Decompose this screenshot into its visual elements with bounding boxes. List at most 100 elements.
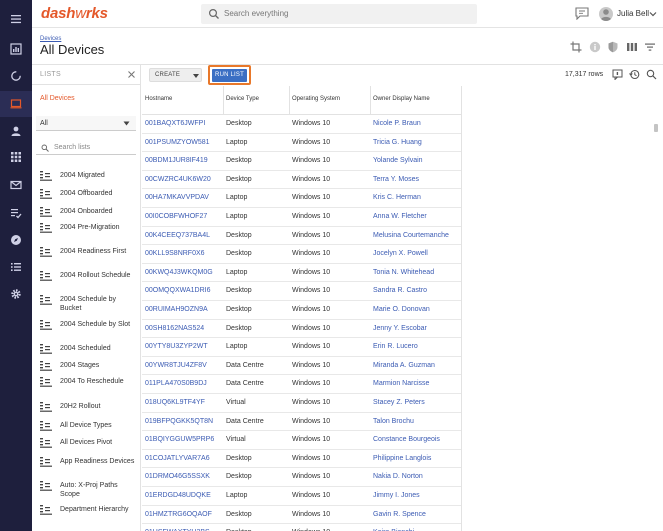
- owner-display-name-cell[interactable]: Erin R. Lucero: [373, 343, 418, 350]
- table-row[interactable]: 01DRMO46G5SSXK Desktop Windows 10 Nakia D. …: [142, 468, 461, 487]
- chart-comment-icon[interactable]: [612, 69, 623, 80]
- user-avatar[interactable]: [599, 7, 613, 21]
- chevron-down-icon[interactable]: [649, 11, 657, 17]
- column-header-operating-system[interactable]: Operating System: [292, 96, 340, 102]
- shield-icon[interactable]: [607, 40, 619, 54]
- owner-display-name-cell[interactable]: Jenny Y. Escobar: [373, 325, 427, 332]
- table-row[interactable]: 00I0COBFWHOF27 Laptop Windows 10 Anna W. Fl…: [142, 208, 461, 227]
- table-row[interactable]: 00RUIMAH9OZN9A Desktop Windows 10 Marie O. …: [142, 301, 461, 320]
- column-divider[interactable]: [289, 86, 290, 115]
- hostname-cell[interactable]: 018UQ6KL9TF4YF: [145, 399, 205, 406]
- hostname-cell[interactable]: 011PLA470S0B9DJ: [145, 380, 207, 387]
- hostname-cell[interactable]: 01COJATLYVAR7A6: [145, 455, 210, 462]
- scrollbar-track[interactable]: [654, 122, 659, 531]
- refresh-icon[interactable]: [0, 63, 32, 89]
- hostname-cell[interactable]: 019BFPQGKK5QT8N: [145, 418, 213, 425]
- list-icon[interactable]: [0, 254, 32, 280]
- column-divider[interactable]: [223, 86, 224, 115]
- column-divider[interactable]: [370, 86, 371, 115]
- hostname-cell[interactable]: 00RUIMAH9OZN9A: [145, 306, 208, 313]
- hostname-cell[interactable]: 00YTY8U3ZYP2WT: [145, 343, 208, 350]
- hostname-cell[interactable]: 00I0COBFWHOF27: [145, 213, 207, 220]
- owner-display-name-cell[interactable]: Miranda A. Guzman: [373, 362, 435, 369]
- column-header-owner-display-name[interactable]: Owner Display Name: [373, 96, 430, 102]
- hostname-cell[interactable]: 00K4CEEQ737BA4L: [145, 232, 210, 239]
- owner-display-name-cell[interactable]: Tricia G. Huang: [373, 139, 422, 146]
- search-lists-input[interactable]: Search lists: [36, 141, 136, 155]
- owner-display-name-cell[interactable]: Terra Y. Moses: [373, 176, 419, 183]
- checklist-icon[interactable]: [0, 200, 32, 226]
- crop-icon[interactable]: [570, 40, 582, 54]
- filter-icon[interactable]: [644, 40, 656, 54]
- hostname-cell[interactable]: 00YWR8TJU4ZF8V: [145, 362, 207, 369]
- table-row[interactable]: 00YWR8TJU4ZF8V Data Centre Windows 10 Miran…: [142, 356, 461, 376]
- owner-display-name-cell[interactable]: Nicole P. Braun: [373, 120, 421, 127]
- hostname-cell[interactable]: 00HA7MKAVVPDAV: [145, 194, 209, 201]
- compass-icon[interactable]: [0, 227, 32, 253]
- owner-display-name-cell[interactable]: Kris C. Herman: [373, 194, 421, 201]
- user-icon[interactable]: [0, 118, 32, 144]
- close-icon[interactable]: [127, 70, 136, 79]
- history-icon[interactable]: [629, 69, 640, 80]
- owner-display-name-cell[interactable]: Jimmy I. Jones: [373, 492, 420, 499]
- table-row[interactable]: 00KLL9S8NRF0X6 Desktop Windows 10 Jocelyn X…: [142, 245, 461, 264]
- hostname-cell[interactable]: 001BAQXT6JWFPI: [145, 120, 205, 127]
- scrollbar-thumb[interactable]: [654, 124, 658, 132]
- user-name[interactable]: Julia Bell: [617, 9, 649, 18]
- hostname-cell[interactable]: 01DRMO46G5SSXK: [145, 473, 210, 480]
- run-list-button[interactable]: RUN LIST: [212, 69, 247, 82]
- table-row[interactable]: 001PSUMZYOW581 Laptop Windows 10 Tricia G. …: [142, 133, 461, 153]
- owner-display-name-cell[interactable]: Tonia N. Whitehead: [373, 269, 434, 276]
- owner-display-name-cell[interactable]: Jocelyn X. Powell: [373, 250, 428, 257]
- hamburger-menu-icon[interactable]: [0, 6, 32, 32]
- owner-display-name-cell[interactable]: Philippine Langlois: [373, 455, 431, 462]
- hostname-cell[interactable]: 00SH8162NAS524: [145, 325, 204, 332]
- owner-display-name-cell[interactable]: Melusina Courtemanche: [373, 232, 449, 239]
- table-row[interactable]: 00K4CEEQ737BA4L Desktop Windows 10 Melusina…: [142, 227, 461, 246]
- owner-display-name-cell[interactable]: Stacey Z. Peters: [373, 399, 425, 406]
- column-header-hostname[interactable]: Hostname: [145, 96, 172, 102]
- table-row[interactable]: 00CWZRC4UK6W20 Desktop Windows 10 Terra Y. …: [142, 170, 461, 190]
- table-row[interactable]: 018UQ6KL9TF4YF Virtual Windows 10 Stacey Z.…: [142, 394, 461, 413]
- owner-display-name-cell[interactable]: Gavin R. Spence: [373, 511, 426, 518]
- owner-display-name-cell[interactable]: Sandra R. Castro: [373, 287, 427, 294]
- table-row[interactable]: 01HMZTRG6OQAOF Desktop Windows 10 Gavin R. …: [142, 505, 461, 525]
- table-row[interactable]: 00BDM1JUR8IF419 Desktop Windows 10 Yolande …: [142, 152, 461, 171]
- search-icon[interactable]: [646, 69, 657, 80]
- global-search-input[interactable]: Search everything: [201, 4, 477, 24]
- table-row[interactable]: 00KWQ4J3WKQM0G Laptop Windows 10 Tonia N. W…: [142, 264, 461, 283]
- chat-icon[interactable]: [575, 7, 589, 20]
- apps-grid-icon[interactable]: [0, 144, 32, 170]
- hostname-cell[interactable]: 00OMQQXWA1DRI6: [145, 287, 210, 294]
- column-header-device-type[interactable]: Device Type: [226, 96, 259, 102]
- dashworks-logo[interactable]: dashwworksrks: [41, 5, 108, 22]
- all-devices-link[interactable]: All Devices: [40, 95, 75, 102]
- table-row[interactable]: 00HA7MKAVVPDAV Laptop Windows 10 Kris C. He…: [142, 189, 461, 208]
- table-row[interactable]: 011PLA470S0B9DJ Data Centre Windows 10 Marm…: [142, 375, 461, 394]
- owner-display-name-cell[interactable]: Anna W. Fletcher: [373, 213, 427, 220]
- columns-icon[interactable]: [626, 40, 638, 54]
- table-row[interactable]: 01BQIYGGUW5PRP6 Virtual Windows 10 Constanc…: [142, 431, 461, 450]
- table-row[interactable]: 00YTY8U3ZYP2WT Laptop Windows 10 Erin R. Lu…: [142, 338, 461, 357]
- table-row[interactable]: 01ERDGD48UDQKE Laptop Windows 10 Jimmy I. J…: [142, 487, 461, 506]
- settings-gear-icon[interactable]: [0, 281, 32, 307]
- owner-display-name-cell[interactable]: Marmion Narcisse: [373, 380, 429, 387]
- owner-display-name-cell[interactable]: Talon Brochu: [373, 418, 414, 425]
- hostname-cell[interactable]: 01ERDGD48UDQKE: [145, 492, 211, 499]
- hostname-cell[interactable]: 00BDM1JUR8IF419: [145, 157, 208, 164]
- table-row[interactable]: 001BAQXT6JWFPI Desktop Windows 10 Nicole P.…: [142, 115, 461, 134]
- hostname-cell[interactable]: 01HMZTRG6OQAOF: [145, 511, 212, 518]
- dashboard-icon[interactable]: [0, 36, 32, 62]
- hostname-cell[interactable]: 00KWQ4J3WKQM0G: [145, 269, 213, 276]
- table-row[interactable]: 00OMQQXWA1DRI6 Desktop Windows 10 Sandra R.…: [142, 282, 461, 301]
- owner-display-name-cell[interactable]: Constance Bourgeois: [373, 436, 440, 443]
- mail-icon[interactable]: [0, 172, 32, 198]
- devices-icon[interactable]: [0, 91, 32, 117]
- create-dropdown[interactable]: CREATE: [149, 68, 202, 82]
- owner-display-name-cell[interactable]: Yolande Sylvain: [373, 157, 423, 164]
- table-row[interactable]: 01HSFWAXTYU2BSDesktopWindows 10Keira Bia…: [142, 524, 461, 531]
- table-row[interactable]: 019BFPQGKK5QT8N Data Centre Windows 10 Talo…: [142, 413, 461, 432]
- table-row[interactable]: 00SH8162NAS524 Desktop Windows 10 Jenny Y. …: [142, 319, 461, 339]
- hostname-cell[interactable]: 00KLL9S8NRF0X6: [145, 250, 205, 257]
- hostname-cell[interactable]: 00CWZRC4UK6W20: [145, 176, 211, 183]
